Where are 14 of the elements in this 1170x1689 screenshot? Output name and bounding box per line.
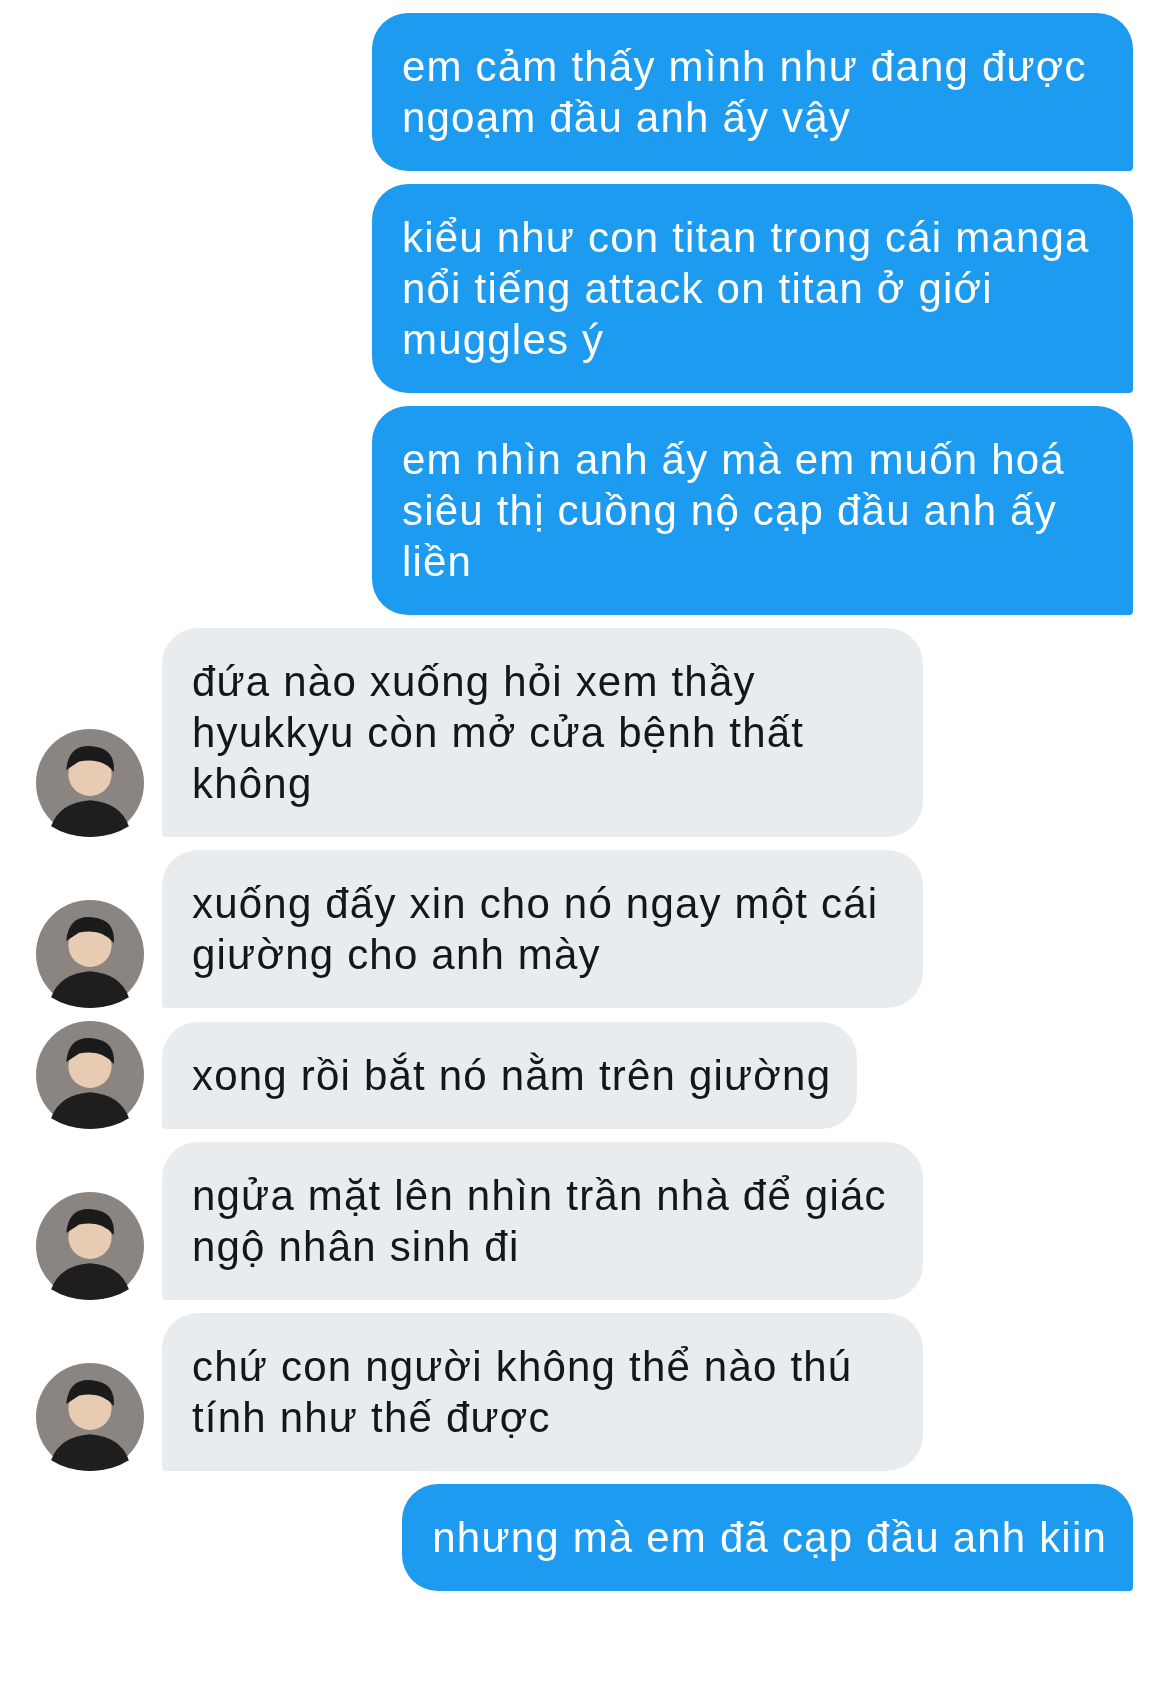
message-bubble: xuống đấy xin cho nó ngay một cái giường cho anh mày — [162, 850, 923, 1008]
message-bubble: xong rồi bắt nó nằm trên giường — [162, 1022, 858, 1129]
avatar[interactable] — [36, 900, 144, 1008]
message-bubble: ngửa mặt lên nhìn trần nhà để giác ngộ nhân sinh đi — [162, 1142, 923, 1300]
message-bubble: nhưng mà em đã cạp đầu anh kiin — [402, 1484, 1133, 1591]
avatar[interactable] — [36, 1021, 144, 1129]
message-bubble: kiểu như con titan trong cái manga nổi tiếng attack on titan ở giới muggles ý — [372, 184, 1133, 393]
message-bubble: em cảm thấy mình như đang được ngoạm đầu anh ấy vậy — [372, 13, 1133, 171]
avatar[interactable] — [36, 1192, 144, 1300]
message-bubble: em nhìn anh ấy mà em muốn hoá siêu thị cuồng nộ cạp đầu anh ấy liền — [372, 406, 1133, 615]
avatar[interactable] — [36, 1363, 144, 1471]
message-bubble: đứa nào xuống hỏi xem thầy hyukkyu còn mở cửa bệnh thất không — [162, 628, 923, 837]
message-bubble: chứ con người không thể nào thú tính như thế được — [162, 1313, 923, 1471]
avatar[interactable] — [36, 729, 144, 837]
